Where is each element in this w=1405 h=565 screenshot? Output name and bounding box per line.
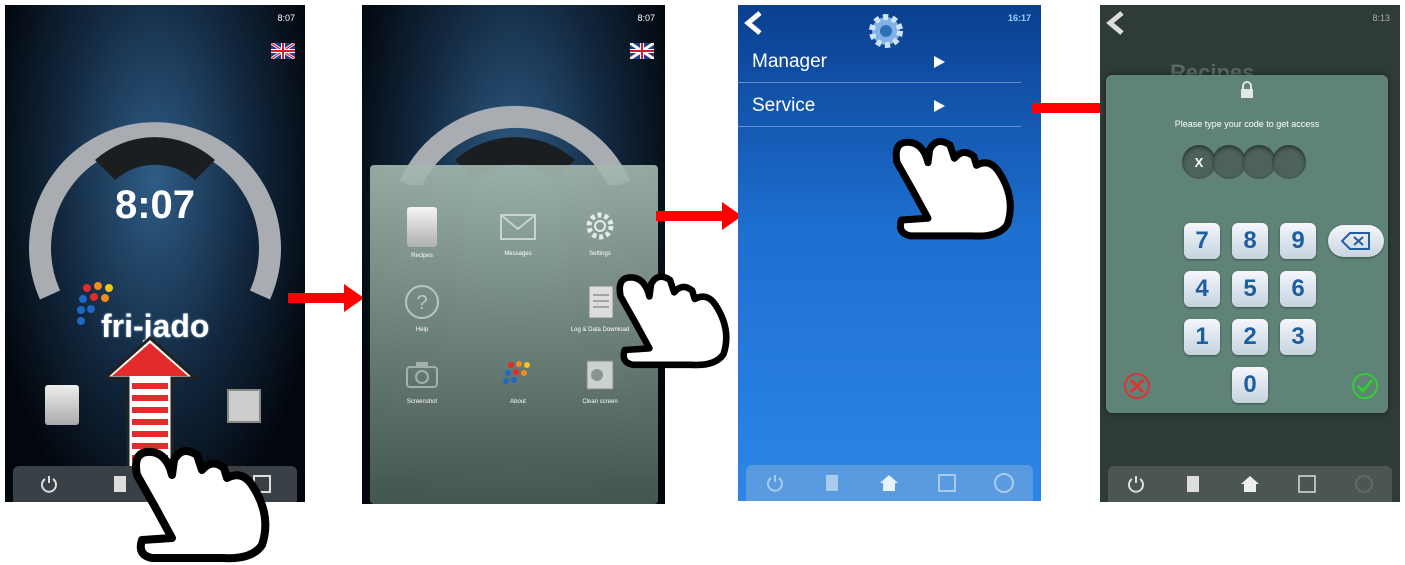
hand-pointer-icon (892, 137, 1014, 240)
hand-pointer-icon (132, 447, 270, 563)
key-1[interactable]: 1 (1184, 319, 1220, 355)
key-2[interactable]: 2 (1232, 319, 1268, 355)
pin-digit (1242, 145, 1276, 179)
envelope-icon (499, 207, 537, 245)
tile-messages[interactable]: Messages (488, 207, 548, 257)
recipes-bar-icon[interactable] (821, 472, 843, 494)
key-0[interactable]: 0 (1232, 367, 1268, 403)
home-screen: 8:07 8:07 fri-jado (5, 5, 305, 502)
key-8[interactable]: 8 (1232, 223, 1268, 259)
recipes-icon (407, 207, 437, 247)
tile-help[interactable]: ? Help (392, 283, 452, 333)
status-clock: 8:13 (1372, 13, 1390, 23)
flow-arrow (1032, 94, 1120, 122)
confirm-check-icon[interactable] (1350, 371, 1380, 401)
tile-about[interactable]: About (488, 355, 548, 405)
code-entry-screen: 8:13 Recipes Please type your code to ge… (1100, 5, 1400, 502)
flow-arrow (288, 284, 364, 312)
fri-jado-logo: fri-jado (73, 280, 243, 344)
bottom-bar (746, 465, 1033, 501)
pin-digit (1272, 145, 1306, 179)
tile-recipes[interactable]: Recipes (392, 207, 452, 259)
settings-screen: 16:17 Manager Service (738, 5, 1041, 501)
flow-arrow (656, 202, 742, 230)
recipes-icon[interactable] (45, 385, 79, 425)
pin-digit: X (1182, 145, 1216, 179)
camera-icon (403, 355, 441, 393)
backspace-button[interactable] (1328, 225, 1384, 257)
back-chevron-icon[interactable] (1106, 11, 1126, 35)
key-6[interactable]: 6 (1280, 271, 1316, 307)
power-icon[interactable] (38, 473, 60, 495)
logo-dots-icon (499, 355, 537, 393)
bottom-bar (1108, 466, 1392, 502)
code-dialog: Please type your code to get access X 7 … (1106, 75, 1388, 413)
status-clock: 8:07 (637, 13, 655, 23)
status-clock: 16:17 (1007, 13, 1031, 23)
tile-screenshot[interactable]: Screenshot (392, 355, 452, 405)
power-icon[interactable] (1125, 473, 1147, 495)
cancel-icon[interactable] (1122, 371, 1152, 401)
uk-flag-icon[interactable] (630, 43, 654, 59)
grid-icon[interactable] (1296, 473, 1318, 495)
grid-icon[interactable] (936, 472, 958, 494)
menu-item-manager[interactable]: Manager (738, 41, 1021, 83)
gear-icon (581, 207, 619, 245)
key-9[interactable]: 9 (1280, 223, 1316, 259)
code-prompt: Please type your code to get access (1174, 119, 1320, 129)
screen-icon[interactable] (227, 389, 261, 423)
back-chevron-icon[interactable] (744, 11, 764, 35)
play-triangle-icon (934, 56, 945, 68)
key-5[interactable]: 5 (1232, 271, 1268, 307)
question-icon: ? (403, 283, 441, 321)
home-icon[interactable] (878, 472, 900, 494)
home-icon[interactable] (1239, 473, 1261, 495)
pin-digit (1212, 145, 1246, 179)
key-3[interactable]: 3 (1280, 319, 1316, 355)
power-icon[interactable] (764, 472, 786, 494)
lock-icon (1241, 81, 1253, 98)
svg-text:?: ? (416, 292, 427, 314)
uk-flag-icon[interactable] (271, 43, 295, 59)
recipes-bar-icon[interactable] (1182, 473, 1204, 495)
status-clock: 8:07 (277, 13, 295, 23)
help-icon[interactable] (993, 472, 1015, 494)
hand-pointer-icon (616, 273, 730, 369)
tile-settings[interactable]: Settings (570, 207, 630, 257)
key-4[interactable]: 4 (1184, 271, 1220, 307)
play-triangle-icon (934, 100, 945, 112)
time-display: 8:07 (114, 183, 196, 227)
backspace-icon (1341, 232, 1370, 250)
key-7[interactable]: 7 (1184, 223, 1220, 259)
help-icon[interactable] (1353, 473, 1375, 495)
